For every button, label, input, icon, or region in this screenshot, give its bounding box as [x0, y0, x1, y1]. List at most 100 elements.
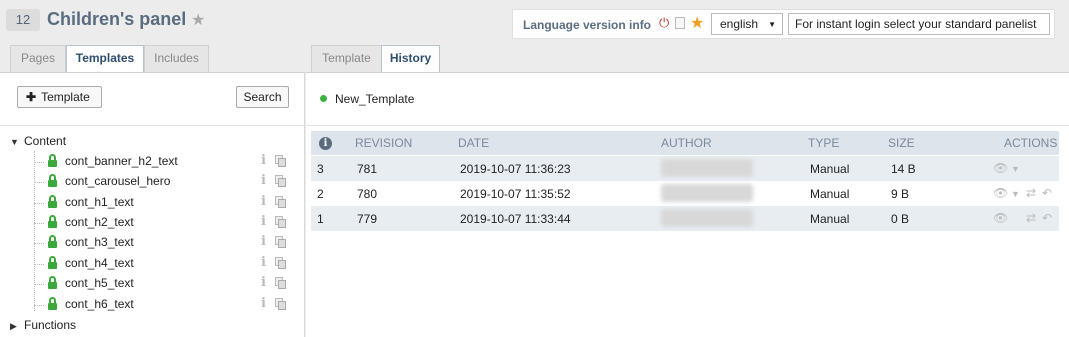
tree-item[interactable]: cont_h2_text i	[34, 213, 294, 233]
instant-login-select[interactable]: For instant login select your standard p…	[788, 13, 1050, 35]
favorite-star-icon[interactable]: ★	[191, 10, 205, 30]
left-toolbar: ✚ Template Search	[0, 73, 305, 126]
tree-connector	[34, 305, 44, 306]
tree-folder-label: Content	[24, 134, 67, 148]
info-icon[interactable]: i	[261, 234, 266, 249]
tree-item-label: cont_carousel_hero	[65, 174, 171, 188]
document-icon[interactable]	[675, 17, 685, 29]
copy-icon[interactable]	[275, 216, 286, 228]
info-icon[interactable]: i	[261, 173, 266, 188]
tree-folder-content[interactable]: ▼ Content	[10, 134, 66, 148]
tree-connector	[34, 162, 44, 163]
tab-includes[interactable]: Includes	[144, 45, 209, 72]
language-select-value: english	[720, 17, 759, 31]
table-row[interactable]: 2 780 2019-10-07 11:35:52 Manual 9 B 👁 ▼…	[311, 181, 1059, 206]
row-type: Manual	[810, 187, 850, 201]
lock-icon	[48, 154, 57, 167]
lock-icon	[48, 256, 57, 269]
tab-templates[interactable]: Templates	[66, 45, 144, 73]
lock-icon	[48, 215, 57, 228]
column-header-author[interactable]: AUTHOR	[661, 136, 712, 150]
tree-item-label: cont_h2_text	[65, 215, 134, 229]
tree-item-label: cont_h1_text	[65, 195, 134, 209]
preview-eye-icon[interactable]: 👁	[993, 211, 1008, 225]
language-select[interactable]: english ▼	[711, 13, 783, 35]
search-button[interactable]: Search	[236, 86, 289, 108]
power-icon[interactable]: ⏻	[659, 15, 669, 31]
tree-item[interactable]: cont_banner_h2_text i	[34, 152, 294, 172]
tree-item[interactable]: cont_h5_text i	[34, 274, 294, 294]
info-icon[interactable]: i	[261, 255, 266, 270]
chevron-down-icon[interactable]: ▼	[1011, 189, 1020, 199]
info-icon[interactable]: i	[261, 214, 266, 229]
table-header: i REVISION DATE AUTHOR TYPE SIZE ACTIONS	[311, 131, 1059, 155]
tree-item[interactable]: cont_carousel_hero i	[34, 172, 294, 192]
star-icon[interactable]: ★	[690, 13, 704, 33]
info-icon[interactable]: i	[261, 296, 266, 311]
row-type: Manual	[810, 162, 850, 176]
language-info-label: Language version info	[523, 18, 652, 32]
caret-right-icon[interactable]: ▶	[10, 321, 24, 332]
caret-down-icon[interactable]: ▼	[10, 137, 24, 147]
row-revision: 781	[357, 162, 378, 176]
tree-item[interactable]: cont_h3_text i	[34, 233, 294, 253]
tree-item-label: cont_banner_h2_text	[65, 154, 178, 168]
tab-template[interactable]: Template	[311, 45, 382, 72]
copy-icon[interactable]	[275, 155, 286, 167]
tree-folder-functions[interactable]: ▶ Functions	[10, 318, 76, 332]
panel-id-badge: 12	[6, 9, 40, 31]
column-header-size[interactable]: SIZE	[888, 136, 915, 150]
header-bar: 12 Children's panel ★ Language version i…	[0, 0, 1069, 44]
table-row[interactable]: 3 781 2019-10-07 11:36:23 Manual 14 B 👁 …	[311, 156, 1059, 181]
tree-item-label: cont_h6_text	[65, 297, 134, 311]
lock-icon	[48, 276, 57, 289]
lock-icon	[48, 174, 57, 187]
copy-icon[interactable]	[275, 257, 286, 269]
column-header-actions: ACTIONS	[1004, 136, 1058, 150]
row-revision: 780	[357, 187, 378, 201]
tree-connector	[34, 223, 44, 224]
column-header-type[interactable]: TYPE	[808, 136, 839, 150]
tab-history[interactable]: History	[381, 45, 440, 73]
column-header-revision[interactable]: REVISION	[355, 136, 412, 150]
tree-item[interactable]: cont_h4_text i	[34, 254, 294, 274]
page-title: Children's panel	[47, 9, 187, 29]
tree-item[interactable]: cont_h1_text i	[34, 193, 294, 213]
row-type: Manual	[810, 212, 850, 226]
row-date: 2019-10-07 11:35:52	[460, 187, 571, 201]
compare-icon[interactable]: ⇄	[1026, 211, 1036, 225]
tree-connector	[34, 182, 44, 183]
add-template-button[interactable]: ✚ Template	[17, 86, 102, 108]
add-template-label: Template	[41, 90, 90, 104]
column-header-date[interactable]: DATE	[458, 136, 489, 150]
chevron-down-icon[interactable]: ▼	[1011, 164, 1020, 174]
restore-icon[interactable]: ↶	[1042, 186, 1052, 200]
info-icon[interactable]: i	[261, 194, 266, 209]
row-revision: 779	[357, 212, 378, 226]
table-row[interactable]: 1 779 2019-10-07 11:33:44 Manual 0 B 👁 ⇄…	[311, 206, 1059, 231]
author-redacted	[661, 159, 753, 177]
tree-folder-label: Functions	[24, 318, 77, 332]
row-size: 0 B	[891, 212, 910, 226]
restore-icon[interactable]: ↶	[1042, 211, 1052, 225]
copy-icon[interactable]	[275, 236, 286, 248]
copy-icon[interactable]	[275, 298, 286, 310]
copy-icon[interactable]	[275, 175, 286, 187]
preview-eye-icon[interactable]: 👁	[993, 161, 1008, 175]
preview-eye-icon[interactable]: 👁	[993, 186, 1008, 200]
row-size: 14 B	[891, 162, 916, 176]
tab-pages[interactable]: Pages	[10, 45, 66, 72]
info-icon[interactable]: i	[261, 275, 266, 290]
info-icon[interactable]: i	[261, 153, 266, 168]
copy-icon[interactable]	[275, 196, 286, 208]
template-header: New_Template	[306, 73, 1069, 126]
lock-icon	[48, 297, 57, 310]
compare-icon[interactable]: ⇄	[1026, 186, 1036, 200]
lock-icon	[48, 235, 57, 248]
tree-connector	[34, 243, 44, 244]
tree-item[interactable]: cont_h6_text i	[34, 295, 294, 315]
row-index: 3	[317, 162, 324, 176]
history-panel: New_Template i REVISION DATE AUTHOR TYPE…	[306, 72, 1069, 337]
copy-icon[interactable]	[275, 277, 286, 289]
info-circle-icon[interactable]: i	[319, 137, 332, 150]
